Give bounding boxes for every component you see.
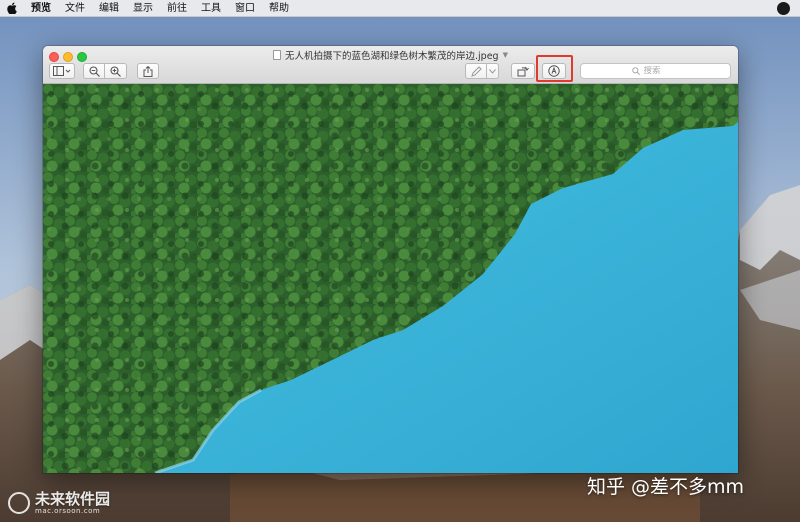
user-status-icon[interactable] [777, 2, 790, 15]
minimize-window-button[interactable] [63, 52, 73, 62]
zoom-out-icon [88, 65, 100, 77]
menu-tools[interactable]: 工具 [194, 0, 228, 17]
site-watermark: 未来软件园 mac.orsoon.com [8, 491, 110, 515]
chevron-down-icon [489, 68, 496, 74]
zhihu-watermark: 知乎 @差不多mm [587, 476, 745, 498]
image-canvas[interactable] [43, 84, 738, 473]
search-input[interactable] [643, 66, 680, 76]
sidebar-toggle-icon [53, 66, 71, 76]
site-name: 未来软件园 [35, 490, 111, 508]
menu-edit[interactable]: 编辑 [92, 0, 126, 17]
chevron-down-icon: ▼ [502, 51, 508, 59]
menu-view[interactable]: 显示 [126, 0, 160, 17]
window-title-text: 无人机拍摄下的蓝色湖和绿色树木繁茂的岸边.jpeg [285, 51, 499, 62]
window-title[interactable]: 无人机拍摄下的蓝色湖和绿色树木繁茂的岸边.jpeg ▼ [273, 48, 508, 62]
menu-bar: 预览 文件 编辑 显示 前往 工具 窗口 帮助 [0, 0, 800, 17]
menu-help[interactable]: 帮助 [262, 0, 296, 17]
menu-go[interactable]: 前往 [160, 0, 194, 17]
menu-file[interactable]: 文件 [58, 0, 92, 17]
share-icon [143, 65, 153, 77]
search-field[interactable] [580, 63, 731, 79]
site-url: mac.orsoon.com [35, 507, 101, 515]
markup-highlight-box [536, 55, 573, 82]
rotate-button[interactable] [511, 63, 535, 79]
site-logo-icon [8, 492, 30, 514]
menu-app-preview[interactable]: 预览 [24, 0, 58, 17]
share-button[interactable] [137, 63, 159, 79]
zoom-in-button[interactable] [105, 63, 127, 79]
search-icon [631, 67, 640, 75]
apple-icon[interactable] [0, 2, 24, 14]
pen-button[interactable] [465, 63, 487, 79]
close-window-button[interactable] [49, 52, 59, 62]
menu-window[interactable]: 窗口 [228, 0, 262, 17]
zoom-out-button[interactable] [83, 63, 105, 79]
preview-window: 无人机拍摄下的蓝色湖和绿色树木繁茂的岸边.jpeg ▼ [43, 46, 738, 473]
pen-icon [470, 65, 482, 77]
pen-options-button[interactable] [487, 63, 499, 79]
document-icon [273, 50, 281, 60]
sidebar-toggle-button[interactable] [49, 63, 75, 79]
zoom-in-icon [110, 65, 121, 77]
fullscreen-window-button[interactable] [77, 52, 87, 62]
window-titlebar: 无人机拍摄下的蓝色湖和绿色树木繁茂的岸边.jpeg ▼ [43, 46, 738, 84]
rotate-icon [517, 66, 529, 77]
